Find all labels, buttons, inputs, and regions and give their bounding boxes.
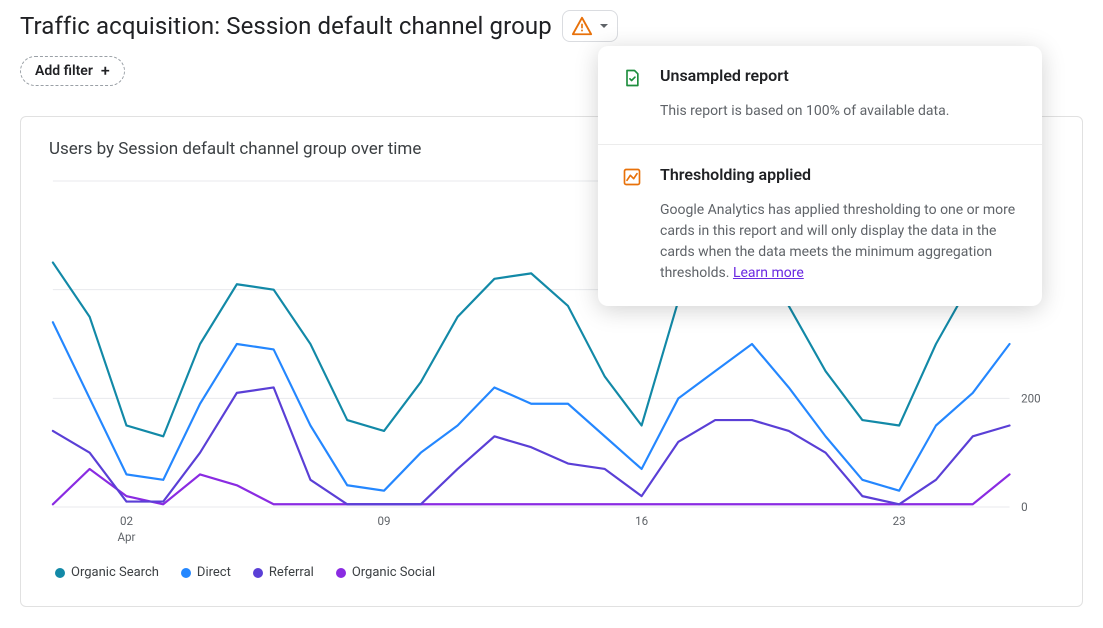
legend-item[interactable]: Referral <box>253 565 314 580</box>
data-quality-popover: Unsampled report This report is based on… <box>598 46 1042 306</box>
legend-dot <box>55 568 65 578</box>
data-quality-badge[interactable] <box>562 10 618 42</box>
legend-item[interactable]: Direct <box>181 565 231 580</box>
popover-item: Thresholding applied Google Analytics ha… <box>598 144 1042 306</box>
svg-text:200: 200 <box>1021 391 1041 405</box>
legend-label: Organic Search <box>71 565 159 580</box>
popover-title: Unsampled report <box>660 66 949 87</box>
svg-text:02: 02 <box>120 514 133 528</box>
popover-title: Thresholding applied <box>660 165 1018 186</box>
warning-icon <box>571 15 593 37</box>
svg-text:Apr: Apr <box>117 530 135 544</box>
add-filter-button[interactable]: Add filter + <box>20 56 125 86</box>
threshold-chart-icon <box>622 167 642 187</box>
legend-label: Organic Social <box>352 565 435 580</box>
popover-body: This report is based on 100% of availabl… <box>660 101 949 122</box>
legend-dot <box>336 568 346 578</box>
page-title: Traffic acquisition: Session default cha… <box>20 12 552 40</box>
chart-legend: Organic Search Direct Referral Organic Soci… <box>49 565 1054 580</box>
document-check-icon <box>622 68 642 88</box>
popover-item: Unsampled report This report is based on… <box>598 46 1042 144</box>
svg-text:16: 16 <box>635 514 648 528</box>
legend-label: Direct <box>197 565 231 580</box>
legend-dot <box>181 568 191 578</box>
plus-icon: + <box>101 63 110 79</box>
legend-dot <box>253 568 263 578</box>
svg-text:09: 09 <box>378 514 391 528</box>
add-filter-label: Add filter <box>35 63 93 79</box>
popover-body: Google Analytics has applied thresholdin… <box>660 200 1018 284</box>
learn-more-link[interactable]: Learn more <box>733 265 804 281</box>
chevron-down-icon <box>599 21 609 31</box>
legend-item[interactable]: Organic Social <box>336 565 435 580</box>
legend-label: Referral <box>269 565 314 580</box>
legend-item[interactable]: Organic Search <box>55 565 159 580</box>
svg-text:0: 0 <box>1021 500 1028 514</box>
svg-text:23: 23 <box>893 514 906 528</box>
